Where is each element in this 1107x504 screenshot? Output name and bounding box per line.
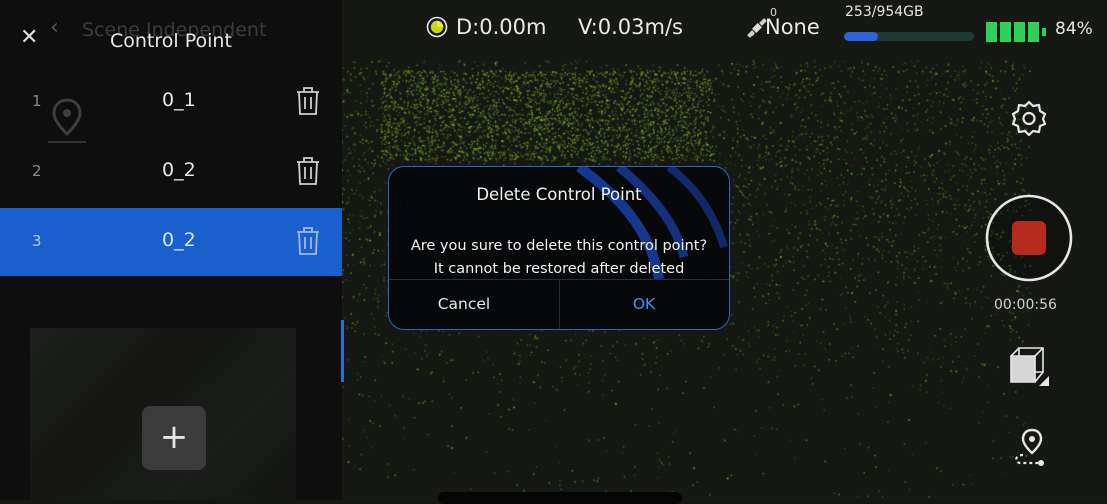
control-point-panel: ✕ ‹ Scene Independent Control Point 1 0_… (0, 0, 342, 500)
control-point-row[interactable]: 2 0_2 (0, 138, 342, 206)
route-pin-icon[interactable] (1010, 428, 1048, 468)
control-point-row[interactable]: 1 0_1 (0, 68, 342, 136)
dialog-title: Delete Control Point (476, 185, 642, 204)
battery-percent: 84% (1055, 19, 1093, 39)
rtk-status: None (765, 15, 820, 39)
gps-ring-icon (426, 16, 448, 38)
trash-icon[interactable] (296, 226, 320, 256)
row-index: 3 (32, 232, 42, 250)
row-name: 0_2 (162, 229, 196, 251)
cube-icon[interactable] (1007, 340, 1051, 388)
trash-icon[interactable] (296, 86, 320, 116)
row-index: 1 (32, 92, 42, 110)
dialog-message-line: It cannot be restored after deleted (433, 261, 685, 277)
status-bar: D:0.00m V:0.03m/s 0 None 253/954GB 84% (342, 0, 1107, 62)
panel-scroll-indicator (341, 320, 344, 382)
gear-icon[interactable] (1010, 99, 1048, 137)
close-button[interactable]: ✕ (20, 21, 54, 55)
ok-button[interactable]: OK (559, 280, 729, 329)
storage-bar-fill (844, 32, 879, 41)
cancel-button[interactable]: Cancel (389, 280, 539, 329)
record-stop-button[interactable] (984, 193, 1074, 283)
distance-readout: D:0.00m (456, 15, 547, 39)
panel-header: ✕ ‹ Scene Independent Control Point (0, 0, 342, 72)
battery-icon (986, 22, 1046, 42)
record-time: 00:00:56 (994, 297, 1057, 313)
back-chevron-icon: ‹ (50, 15, 59, 40)
storage-text: 253/954GB (845, 4, 924, 20)
add-control-point-button[interactable]: + (142, 406, 206, 470)
dialog-message-line: Are you sure to delete this control poin… (410, 238, 708, 254)
delete-confirm-dialog: Delete Control Point Are you sure to del… (388, 166, 730, 330)
storage-bar (844, 32, 974, 41)
close-icon: ✕ (20, 25, 39, 50)
row-name: 0_1 (162, 89, 196, 111)
dialog-message: Are you sure to delete this control poin… (389, 235, 729, 281)
panel-title: Control Point (110, 30, 232, 52)
velocity-readout: V:0.03m/s (578, 15, 683, 39)
control-point-row-selected[interactable]: 3 0_2 (0, 208, 342, 276)
trash-icon[interactable] (296, 156, 320, 186)
bottom-handle (438, 492, 682, 504)
row-index: 2 (32, 162, 42, 180)
row-name: 0_2 (162, 159, 196, 181)
